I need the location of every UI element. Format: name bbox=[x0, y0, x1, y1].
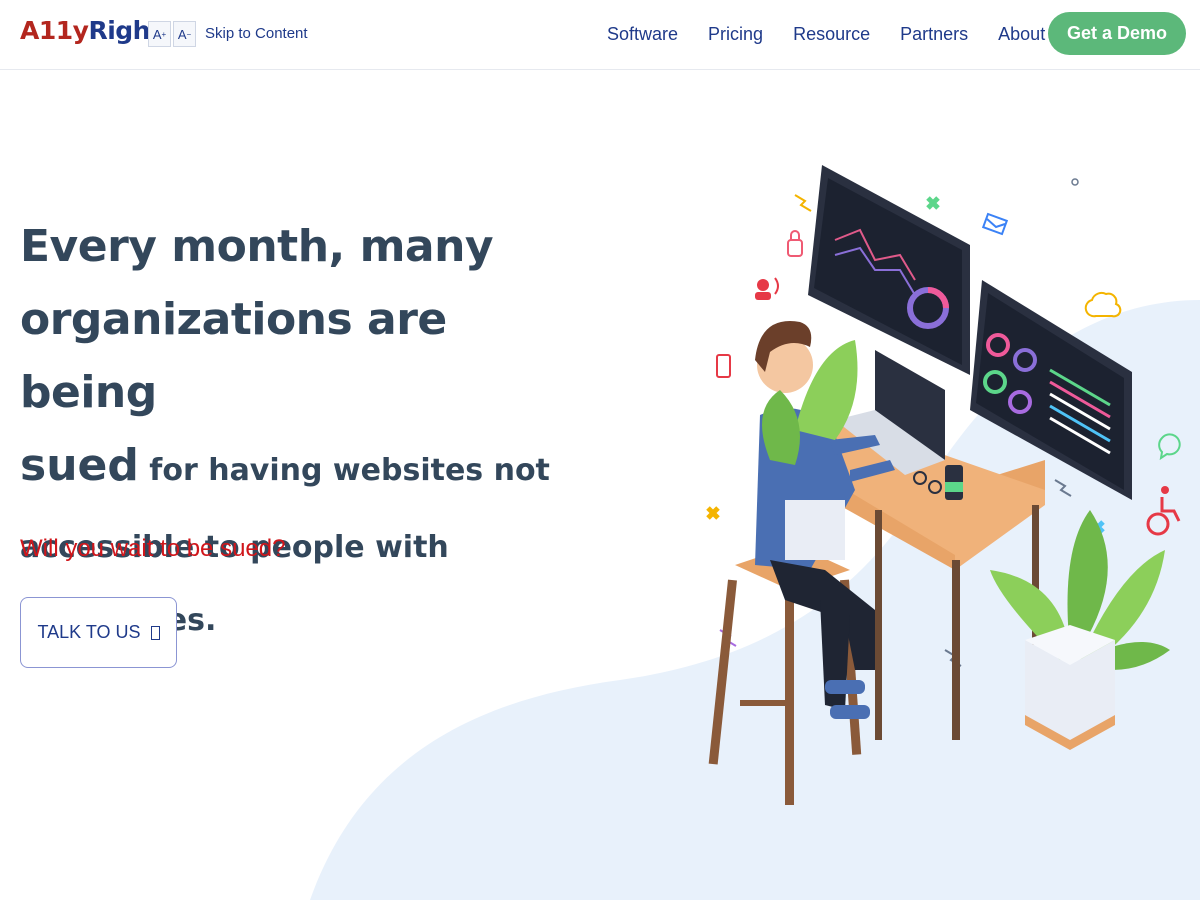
arrow-icon bbox=[150, 625, 160, 640]
nav-about[interactable]: About bbox=[998, 24, 1045, 45]
font-increase-button[interactable]: A + bbox=[148, 21, 171, 47]
font-increase-label: A bbox=[152, 26, 162, 42]
headline-line-2: organizations are being bbox=[20, 294, 447, 418]
font-size-controls: A + A − bbox=[148, 21, 196, 47]
talk-to-us-label: TALK TO US bbox=[37, 622, 141, 642]
site-header: A11yRight A + A − Skip to Content Software… bbox=[0, 0, 1200, 70]
hero-illustration bbox=[706, 165, 1181, 805]
headline-line-3-rest: for having websites not bbox=[138, 453, 550, 488]
squiggle-yellow bbox=[794, 194, 812, 212]
font-decrease-button[interactable]: A − bbox=[173, 21, 196, 47]
speaker-icon bbox=[755, 277, 779, 300]
font-decrease-label: A bbox=[177, 26, 187, 42]
nav-software[interactable]: Software bbox=[607, 24, 678, 45]
mail-icon bbox=[981, 212, 1009, 236]
hero-question: Will you wait to be sued? bbox=[20, 535, 286, 562]
plus-icon-green bbox=[926, 196, 940, 210]
dot-icon bbox=[1071, 178, 1079, 186]
wheelchair-icon bbox=[1146, 486, 1181, 536]
logo[interactable]: A11yRight bbox=[20, 16, 162, 45]
chat-icon bbox=[1158, 433, 1181, 461]
headline-line-3: sued for having websites not bbox=[20, 429, 580, 511]
main-nav: Software Pricing Resource Partners About bbox=[607, 24, 1075, 45]
skip-to-content-link[interactable]: Skip to Content bbox=[205, 25, 308, 42]
hero-headline: Every month, many organizations are bein… bbox=[20, 210, 580, 657]
cloud-icon bbox=[1084, 291, 1122, 318]
lock-icon bbox=[787, 230, 803, 257]
get-demo-button[interactable]: Get a Demo bbox=[1048, 12, 1186, 55]
font-decrease-sup: − bbox=[186, 29, 192, 39]
monitor-right bbox=[970, 280, 1132, 500]
headline-line-1: Every month, many bbox=[20, 221, 494, 272]
plant-front bbox=[990, 510, 1170, 750]
headline-sued: sued bbox=[20, 440, 139, 491]
nav-resource[interactable]: Resource bbox=[793, 24, 870, 45]
squiggle-gray bbox=[1054, 479, 1072, 497]
font-increase-sup: + bbox=[161, 29, 167, 39]
logo-a11y: A11y bbox=[20, 16, 89, 45]
plus-icon-yellow bbox=[706, 506, 720, 520]
nav-pricing[interactable]: Pricing bbox=[708, 24, 763, 45]
talk-to-us-button[interactable]: TALK TO US bbox=[20, 597, 177, 668]
monitor-left bbox=[808, 165, 970, 375]
phone-icon bbox=[716, 354, 731, 378]
nav-partners[interactable]: Partners bbox=[900, 24, 968, 45]
